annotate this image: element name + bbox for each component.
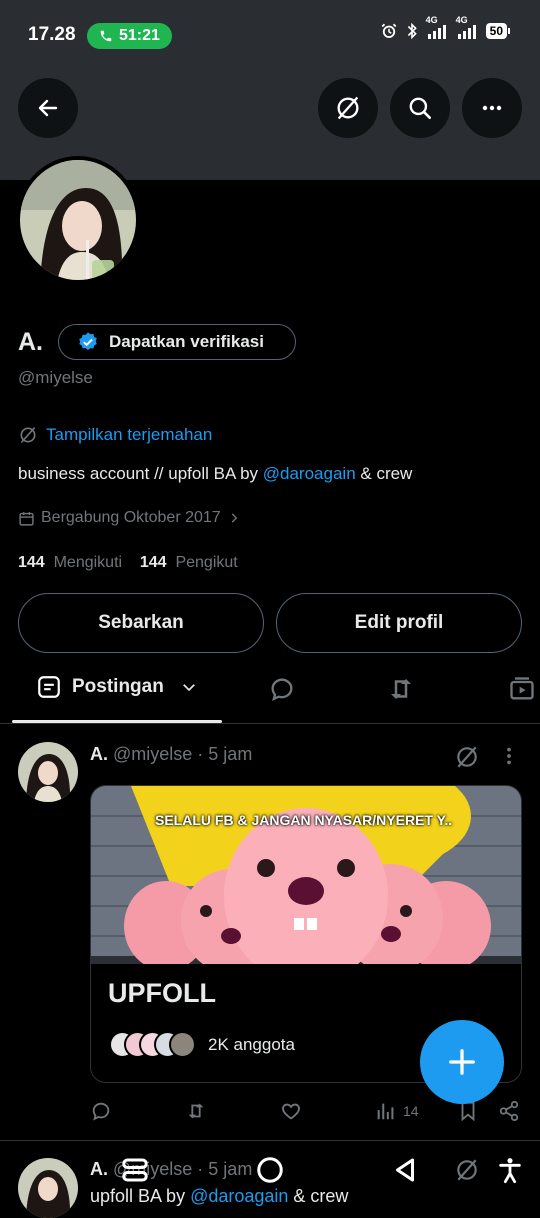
like-button[interactable]	[280, 1100, 302, 1122]
back-button[interactable]	[18, 78, 78, 138]
accessibility-nav-button[interactable]	[496, 1155, 524, 1185]
get-verified-button[interactable]: Dapatkan verifikasi	[58, 324, 296, 360]
home-nav-button[interactable]	[255, 1155, 285, 1185]
member-count: 2K anggota	[208, 1034, 295, 1054]
member-avatar	[169, 1031, 196, 1058]
post-header: A. @miyelse · 5 jam	[90, 1159, 252, 1180]
show-translation-label: Tampilkan terjemahan	[46, 425, 213, 444]
recents-icon	[120, 1155, 150, 1185]
chevron-right-icon	[227, 511, 241, 525]
alarm-icon	[380, 22, 398, 40]
plus-icon	[447, 1047, 477, 1077]
profile-handle: @miyelse	[18, 368, 93, 387]
heart-icon	[280, 1100, 302, 1122]
phone-icon	[99, 29, 113, 43]
repost-icon	[185, 1100, 207, 1122]
analytics-icon	[375, 1100, 397, 1122]
call-timer: 51:21	[119, 27, 160, 44]
arrow-left-icon	[36, 96, 60, 120]
post-author-name[interactable]: A.	[90, 1159, 108, 1179]
post-meta: @miyelse · 5 jam	[113, 744, 253, 764]
posts-icon	[36, 674, 62, 700]
tab-replies[interactable]	[268, 675, 296, 703]
follow-stats: 144 Mengikuti 144 Pengikut	[18, 554, 238, 572]
post-text-prefix: upfoll BA by	[90, 1186, 191, 1206]
community-members: 2K anggota	[109, 1031, 295, 1058]
post-header: A. @miyelse · 5 jam	[90, 744, 252, 765]
translate-icon	[334, 94, 362, 122]
bio-text-suffix: & crew	[355, 464, 413, 483]
post-mention-link[interactable]: @daroagain	[190, 1186, 288, 1206]
translate-header-button[interactable]	[318, 78, 378, 138]
share-icon	[498, 1100, 520, 1122]
home-circle-icon	[255, 1155, 285, 1185]
followers-link[interactable]: 144 Pengikut	[140, 554, 238, 571]
tab-media[interactable]	[508, 675, 536, 703]
search-icon	[407, 95, 433, 121]
post-text: upfoll BA by @daroagain & crew	[90, 1186, 348, 1207]
post-text-suffix: & crew	[288, 1186, 349, 1206]
views-button[interactable]: 14	[375, 1100, 419, 1122]
active-tab-indicator	[12, 720, 222, 723]
post-author-name[interactable]: A.	[90, 744, 108, 764]
share-post-button[interactable]	[498, 1100, 520, 1122]
community-title: UPFOLL	[108, 978, 216, 1008]
translate-icon	[18, 425, 38, 445]
share-button[interactable]: Sebarkan	[18, 593, 264, 653]
signal-icon-2: 4G	[456, 15, 478, 39]
more-button[interactable]	[462, 78, 522, 138]
edit-profile-button[interactable]: Edit profil	[276, 593, 522, 653]
post-translate-button[interactable]	[454, 1157, 480, 1183]
joined-date[interactable]: Bergabung Oktober 2017	[18, 509, 241, 527]
bio-mention-link[interactable]: @daroagain	[263, 464, 356, 483]
post-divider	[0, 1140, 540, 1141]
profile-bio: business account // upfoll BA by @daroag…	[18, 464, 412, 484]
recents-nav-button[interactable]	[120, 1155, 150, 1185]
status-icons: 4G 4G 50	[380, 15, 510, 40]
reply-icon	[268, 675, 296, 703]
triangle-back-icon	[390, 1155, 420, 1185]
post-more-button[interactable]	[498, 744, 520, 768]
community-cover-image: SELALU FB & JANGAN NYASAR/NYERET Y..	[91, 786, 521, 964]
tab-reposts[interactable]	[386, 674, 416, 704]
tab-posts[interactable]: Postingan	[36, 674, 198, 700]
show-translation-link[interactable]: Tampilkan terjemahan	[18, 425, 212, 445]
bluetooth-icon	[406, 22, 418, 40]
more-vertical-icon	[498, 744, 520, 768]
joined-label: Bergabung Oktober 2017	[41, 509, 221, 526]
get-verified-label: Dapatkan verifikasi	[109, 332, 264, 351]
reply-icon	[90, 1100, 112, 1122]
translate-icon	[454, 744, 480, 770]
post-avatar[interactable]	[18, 742, 78, 802]
signal-icon-1: 4G	[426, 15, 448, 39]
cover-caption: SELALU FB & JANGAN NYASAR/NYERET Y..	[155, 812, 453, 828]
search-button[interactable]	[390, 78, 450, 138]
profile-name: A.	[18, 328, 43, 356]
back-nav-button[interactable]	[390, 1155, 420, 1185]
call-indicator[interactable]: 51:21	[87, 23, 172, 49]
verified-badge-icon	[77, 331, 99, 353]
profile-avatar[interactable]	[16, 156, 140, 284]
more-horizontal-icon	[480, 96, 504, 120]
post-translate-button[interactable]	[454, 744, 480, 770]
following-link[interactable]: 144 Mengikuti	[18, 554, 122, 571]
bio-text: business account // upfoll BA by	[18, 464, 263, 483]
tab-posts-label: Postingan	[72, 676, 164, 697]
member-avatars	[109, 1031, 196, 1058]
status-time: 17.28	[28, 24, 76, 45]
media-icon	[508, 675, 536, 703]
battery-icon: 50	[485, 23, 510, 39]
compose-post-button[interactable]	[420, 1020, 504, 1104]
accessibility-icon	[496, 1155, 524, 1185]
repost-icon	[386, 674, 416, 704]
calendar-icon	[18, 510, 35, 527]
post-avatar[interactable]	[18, 1158, 78, 1218]
repost-button[interactable]	[185, 1100, 207, 1122]
views-count: 14	[403, 1103, 419, 1119]
reply-button[interactable]	[90, 1100, 112, 1122]
chevron-down-icon	[180, 678, 198, 696]
translate-icon	[454, 1157, 480, 1183]
